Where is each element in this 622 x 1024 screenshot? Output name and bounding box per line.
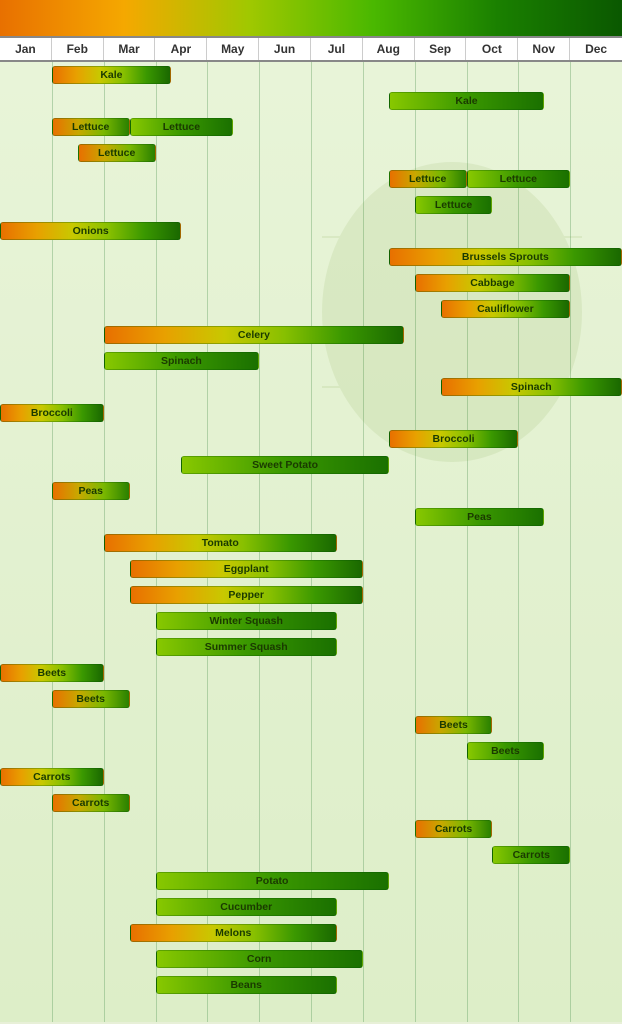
crop-row: Beets <box>0 712 622 738</box>
crop-row: Beans <box>0 972 622 998</box>
crop-row: Celery <box>0 322 622 348</box>
crop-row: Melons <box>0 920 622 946</box>
crop-row: LettuceLettuce <box>0 114 622 140</box>
crop-bar: Potato <box>156 872 389 890</box>
crop-bar: Winter Squash <box>156 612 337 630</box>
month-oct: Oct <box>466 38 518 60</box>
crop-row: Kale <box>0 62 622 88</box>
crop-row: Pepper <box>0 582 622 608</box>
crop-bar: Peas <box>415 508 545 526</box>
crop-bar: Cucumber <box>156 898 337 916</box>
crop-row: Potato <box>0 868 622 894</box>
crop-bar: Spinach <box>104 352 260 370</box>
crop-bar: Carrots <box>52 794 130 812</box>
month-jan: Jan <box>0 38 52 60</box>
month-aug: Aug <box>363 38 415 60</box>
crop-bar: Lettuce <box>389 170 467 188</box>
crop-row: Winter Squash <box>0 608 622 634</box>
crop-row: Broccoli <box>0 400 622 426</box>
month-dec: Dec <box>570 38 622 60</box>
crop-row: Onions <box>0 218 622 244</box>
crop-row: Tomato <box>0 530 622 556</box>
crop-row: Sweet Potato <box>0 452 622 478</box>
crop-bar: Kale <box>389 92 545 110</box>
crop-row: Beets <box>0 738 622 764</box>
crop-bar: Lettuce <box>415 196 493 214</box>
crop-bar: Spinach <box>441 378 622 396</box>
crop-bar: Lettuce <box>130 118 234 136</box>
crop-row: Brussels Sprouts <box>0 244 622 270</box>
crop-bar: Corn <box>156 950 363 968</box>
crop-row: Cabbage <box>0 270 622 296</box>
crop-bar: Melons <box>130 924 337 942</box>
crop-row: Lettuce <box>0 140 622 166</box>
crop-bar: Sweet Potato <box>181 456 388 474</box>
crop-row: Corn <box>0 946 622 972</box>
legend-bar <box>0 0 622 36</box>
month-may: May <box>207 38 259 60</box>
crop-row: Lettuce <box>0 192 622 218</box>
crop-row: Eggplant <box>0 556 622 582</box>
crop-row: Spinach <box>0 374 622 400</box>
crop-bar: Onions <box>0 222 181 240</box>
crop-row: Summer Squash <box>0 634 622 660</box>
crop-row: Broccoli <box>0 426 622 452</box>
crop-row: Carrots <box>0 842 622 868</box>
crop-row: Kale <box>0 88 622 114</box>
crop-bar: Beets <box>415 716 493 734</box>
month-nov: Nov <box>518 38 570 60</box>
month-jul: Jul <box>311 38 363 60</box>
crop-bar: Celery <box>104 326 405 344</box>
month-apr: Apr <box>155 38 207 60</box>
crop-bar: Beans <box>156 976 337 994</box>
crop-row: Carrots <box>0 764 622 790</box>
crop-bar: Brussels Sprouts <box>389 248 622 266</box>
crop-bar: Broccoli <box>0 404 104 422</box>
chart-area: KaleKaleLettuceLettuceLettuceLettuceLett… <box>0 62 622 1022</box>
month-mar: Mar <box>104 38 156 60</box>
crop-bar: Kale <box>52 66 171 84</box>
month-feb: Feb <box>52 38 104 60</box>
crop-bar: Tomato <box>104 534 337 552</box>
crop-bar: Pepper <box>130 586 363 604</box>
crop-row: Carrots <box>0 816 622 842</box>
crop-row: Peas <box>0 504 622 530</box>
crop-bar: Carrots <box>0 768 104 786</box>
crop-row: LettuceLettuce <box>0 166 622 192</box>
crop-row: Beets <box>0 686 622 712</box>
crop-bar: Beets <box>0 664 104 682</box>
crop-bar: Eggplant <box>130 560 363 578</box>
crop-row: Cucumber <box>0 894 622 920</box>
crop-bar: Cauliflower <box>441 300 571 318</box>
crop-bar: Beets <box>52 690 130 708</box>
crop-row: Peas <box>0 478 622 504</box>
crop-bar: Lettuce <box>78 144 156 162</box>
month-jun: Jun <box>259 38 311 60</box>
crop-row: Carrots <box>0 790 622 816</box>
crop-bar: Lettuce <box>52 118 130 136</box>
crop-bar: Beets <box>467 742 545 760</box>
crop-row: Spinach <box>0 348 622 374</box>
crop-bar: Broccoli <box>389 430 519 448</box>
crop-row: Cauliflower <box>0 296 622 322</box>
crop-bar: Carrots <box>492 846 570 864</box>
crop-bar: Cabbage <box>415 274 571 292</box>
crop-bar: Summer Squash <box>156 638 337 656</box>
crop-bar: Peas <box>52 482 130 500</box>
crop-bar: Lettuce <box>467 170 571 188</box>
crop-bar: Carrots <box>415 820 493 838</box>
month-sep: Sep <box>415 38 467 60</box>
month-header: JanFebMarAprMayJunJulAugSepOctNovDec <box>0 36 622 62</box>
crop-row: Beets <box>0 660 622 686</box>
